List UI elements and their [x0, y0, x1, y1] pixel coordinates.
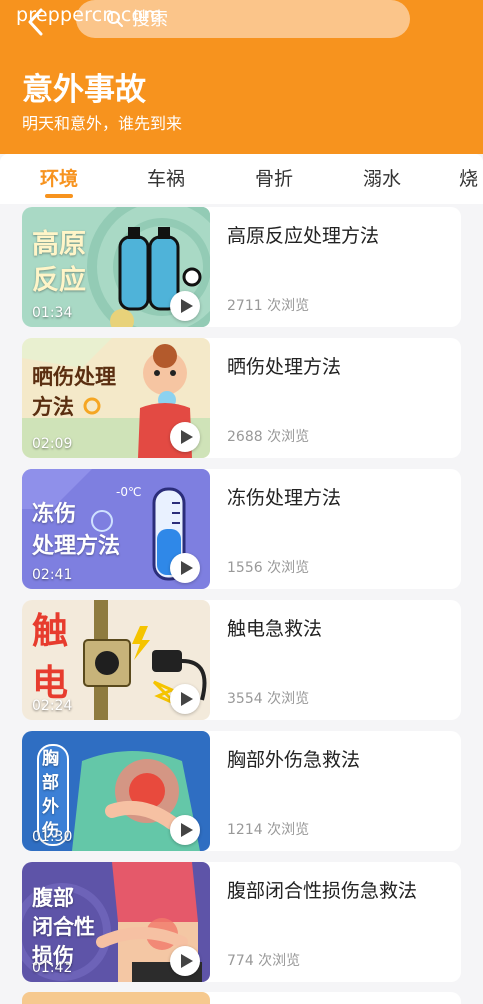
page-subtitle: 明天和意外，谁先到来: [22, 114, 183, 133]
video-thumbnail[interactable]: 胸 部 外 伤 01:30: [22, 731, 210, 851]
video-card[interactable]: 触 电 02:24 触电急救法 3554 次浏览: [22, 600, 461, 720]
video-title[interactable]: 晒伤处理方法: [227, 352, 341, 379]
view-count: 2711 次浏览: [227, 298, 310, 314]
thumb-text-line: 部: [42, 773, 59, 793]
thumb-text-line: 方法: [32, 395, 74, 419]
video-title[interactable]: 触电急救法: [227, 614, 322, 641]
thumb-text-line: 触: [32, 611, 69, 652]
category-tabs: 环境 车祸 骨折 溺水 烧: [0, 154, 483, 204]
video-card[interactable]: -0℃ 冻伤 处理方法 02:41 冻伤处理方法 1556 次浏览: [22, 469, 461, 589]
tab-drowning[interactable]: 溺水: [363, 164, 401, 191]
header: prepperc​n.com 意外事故 明天和意外，谁先到来: [0, 0, 483, 154]
video-duration: 01:30: [32, 829, 73, 845]
play-icon[interactable]: [170, 815, 200, 845]
video-card[interactable]: 高原 反应 01:34 高原反应处理方法 2711 次浏览: [22, 207, 461, 327]
video-title[interactable]: 冻伤处理方法: [227, 483, 341, 510]
thumb-text-line: 外: [42, 797, 59, 817]
video-duration: 02:24: [32, 698, 73, 714]
view-count: 1556 次浏览: [227, 560, 310, 576]
video-thumbnail[interactable]: 高原 反应 01:34: [22, 207, 210, 327]
video-title[interactable]: 高原反应处理方法: [227, 221, 379, 248]
thumb-text-line: 冻伤: [32, 502, 77, 527]
video-duration: 02:09: [32, 436, 73, 452]
thumb-text-line: 高原: [32, 229, 86, 260]
video-card[interactable]: 腹部 闭合性 损伤 01:42 腹部闭合性损伤急救法 774 次浏览: [22, 862, 461, 982]
thumb-text-line: 反应: [32, 265, 86, 296]
video-thumbnail[interactable]: [22, 992, 210, 1004]
search-input[interactable]: [130, 7, 374, 31]
video-thumbnail[interactable]: -0℃ 冻伤 处理方法 02:41: [22, 469, 210, 589]
video-duration: 01:42: [32, 960, 73, 976]
thumb-text-line: 闭合性: [32, 915, 95, 939]
play-icon[interactable]: [170, 946, 200, 976]
thumb-text-line: 晒伤处理: [32, 365, 116, 389]
view-count: 1214 次浏览: [227, 822, 310, 838]
video-duration: 02:41: [32, 567, 73, 583]
video-card[interactable]: 胸 部 外 伤 01:30 胸部外伤急救法 1214 次浏览: [22, 731, 461, 851]
tab-environment[interactable]: 环境: [40, 164, 78, 191]
video-list: 高原 反应 01:34 高原反应处理方法 2711 次浏览 晒伤处理 方法 02…: [22, 207, 461, 993]
tab-burn[interactable]: 烧: [459, 164, 478, 191]
view-count: 3554 次浏览: [227, 691, 310, 707]
video-title[interactable]: 腹部闭合性损伤急救法: [227, 876, 417, 903]
tab-fracture[interactable]: 骨折: [255, 164, 293, 191]
video-card[interactable]: 晒伤处理 方法 02:09 晒伤处理方法 2688 次浏览: [22, 338, 461, 458]
watermark: prepperc​n.com: [16, 4, 163, 26]
play-icon[interactable]: [170, 553, 200, 583]
thumb-text-line: 处理方法: [32, 534, 121, 559]
temperature-note: -0℃: [116, 485, 142, 499]
view-count: 774 次浏览: [227, 953, 301, 969]
video-duration: 01:34: [32, 305, 73, 321]
video-title[interactable]: 胸部外伤急救法: [227, 745, 360, 772]
video-thumbnail[interactable]: 晒伤处理 方法 02:09: [22, 338, 210, 458]
video-thumbnail[interactable]: 触 电 02:24: [22, 600, 210, 720]
play-icon[interactable]: [170, 422, 200, 452]
thumb-text-line: 腹部: [32, 886, 74, 910]
thumb-text-line: 胸: [42, 749, 59, 769]
play-icon[interactable]: [170, 291, 200, 321]
active-tab-indicator: [45, 194, 73, 198]
tab-car-accident[interactable]: 车祸: [147, 164, 185, 191]
page-title: 意外事故: [22, 72, 146, 108]
view-count: 2688 次浏览: [227, 429, 310, 445]
play-icon[interactable]: [170, 684, 200, 714]
video-card-partial[interactable]: [22, 992, 461, 1004]
video-thumbnail[interactable]: 腹部 闭合性 损伤 01:42: [22, 862, 210, 982]
